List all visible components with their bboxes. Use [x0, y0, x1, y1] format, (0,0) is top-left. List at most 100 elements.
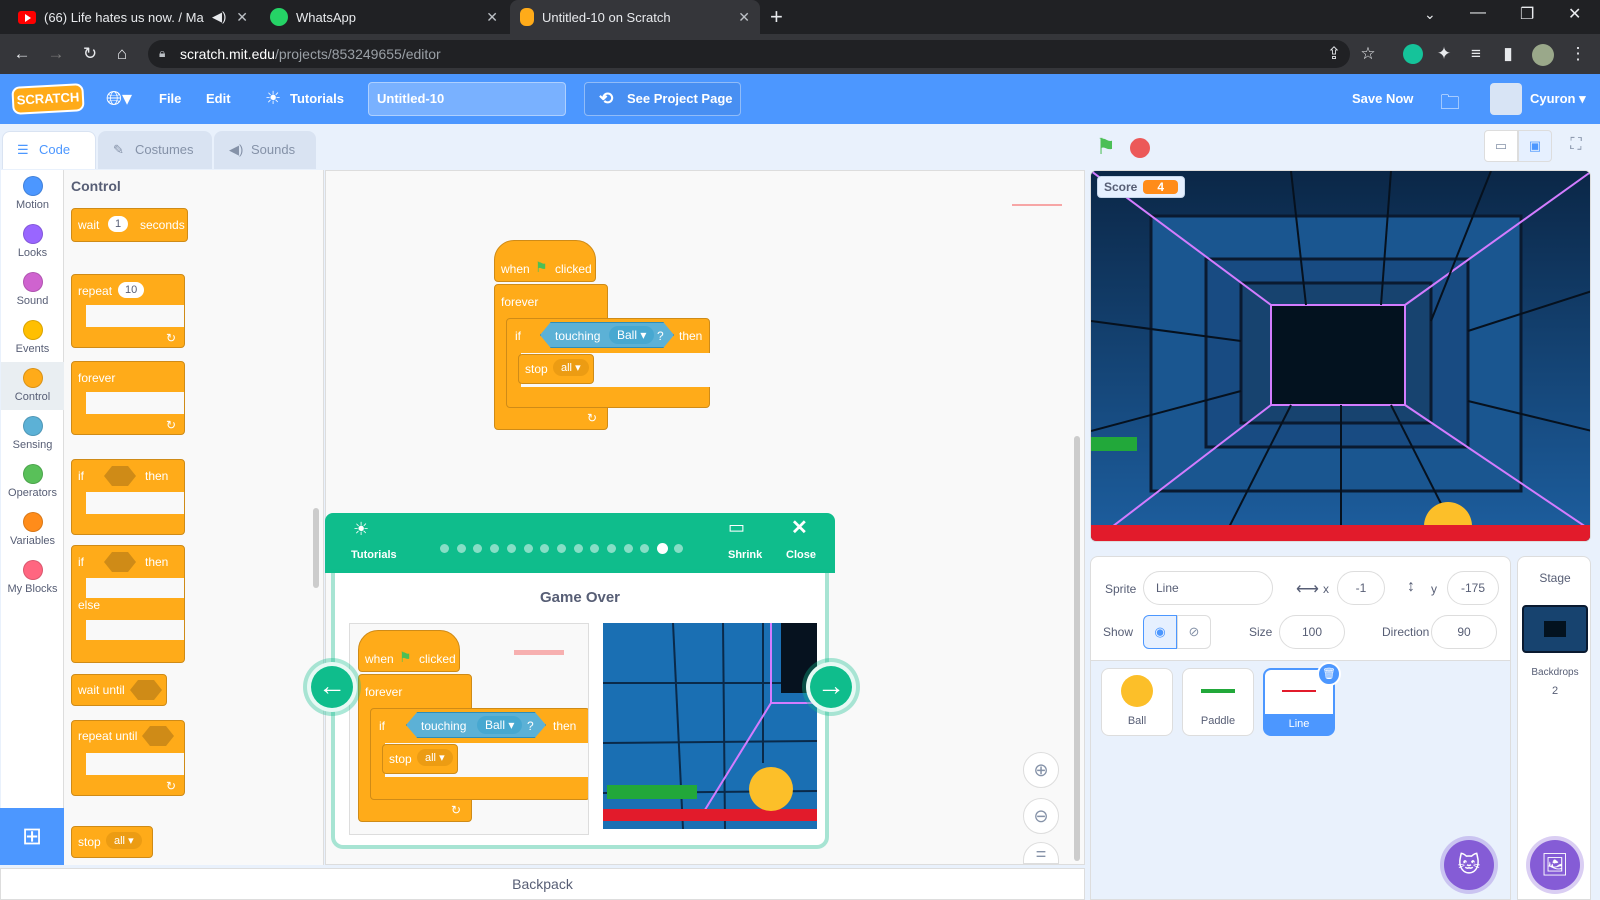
forward-icon[interactable]: → — [44, 42, 68, 66]
delete-sprite-button[interactable]: 🗑︎ — [1317, 662, 1341, 686]
condition-slot[interactable] — [104, 552, 136, 572]
small-stage-button[interactable]: ▭ — [1484, 130, 1518, 162]
browser-tab-scratch[interactable]: Untitled-10 on Scratch ✕ — [510, 0, 760, 34]
stop-dropdown[interactable]: all ▾ — [553, 359, 589, 376]
close-tab-icon[interactable]: ✕ — [738, 9, 750, 26]
minimize-icon[interactable]: — — [1470, 4, 1486, 22]
stop-all-script-block[interactable]: stop all ▾ — [518, 354, 594, 384]
tutorial-step-dot[interactable] — [673, 544, 683, 553]
size-input[interactable]: 100 — [1279, 615, 1345, 649]
category-control[interactable]: Control — [1, 362, 64, 410]
sprite-card-ball[interactable]: Ball — [1101, 668, 1173, 736]
profile-avatar[interactable] — [1532, 44, 1554, 66]
fullscreen-button[interactable]: ⛶ — [1560, 130, 1592, 162]
file-menu[interactable]: File — [159, 74, 181, 124]
browser-tab-whatsapp[interactable]: WhatsApp ✕ — [260, 0, 508, 34]
hide-sprite-button[interactable]: ⊘ — [1177, 615, 1211, 649]
close-window-icon[interactable]: ✕ — [1568, 4, 1581, 24]
tutorial-step-dot[interactable] — [623, 544, 633, 553]
if-then-else-block[interactable]: if then else — [71, 545, 185, 663]
next-step-button[interactable]: → — [806, 662, 856, 712]
tutorial-step-dot[interactable] — [607, 544, 616, 553]
category-events[interactable]: Events — [1, 314, 64, 362]
wait-seconds-block[interactable]: wait 1 seconds — [71, 208, 188, 242]
new-tab-icon[interactable]: + — [770, 4, 783, 30]
project-title-input[interactable]: Untitled-10 — [368, 82, 566, 116]
media-control-icon[interactable]: ≡ — [1464, 42, 1488, 66]
large-stage-button[interactable]: ▣ — [1518, 130, 1552, 162]
sprite-name-input[interactable]: Line — [1143, 571, 1273, 605]
x-input[interactable]: -1 — [1337, 571, 1385, 605]
wait-until-block[interactable]: wait until — [71, 674, 167, 706]
shrink-button[interactable]: Shrink — [728, 549, 762, 561]
previous-step-button[interactable]: ← — [307, 662, 357, 712]
reload-icon[interactable]: ↻ — [78, 42, 102, 66]
zoom-out-button[interactable]: ⊖ — [1023, 798, 1059, 834]
more-menu-icon[interactable]: ⋮ — [1566, 42, 1590, 66]
category-variables[interactable]: Variables — [1, 506, 64, 554]
share-icon[interactable]: ⇪ — [1322, 42, 1346, 66]
condition-slot[interactable] — [130, 680, 162, 700]
tutorial-step-dot[interactable] — [456, 544, 466, 553]
grammarly-icon[interactable] — [1403, 44, 1423, 64]
palette-scrollbar[interactable] — [313, 508, 319, 588]
restore-icon[interactable]: ❐ — [1520, 4, 1534, 24]
condition-slot[interactable] — [142, 726, 174, 746]
forever-block[interactable]: forever ↻ — [71, 361, 185, 435]
zoom-in-button[interactable]: ⊕ — [1023, 752, 1059, 788]
my-stuff-folder-icon[interactable]: 🗀 — [1440, 88, 1460, 122]
address-bar[interactable]: 🔒︎ scratch.mit.edu/projects/853249655/ed… — [148, 40, 1350, 68]
see-project-page-button[interactable]: ⟲ See Project Page — [584, 82, 741, 116]
close-icon[interactable]: ✕ — [791, 515, 808, 540]
close-button[interactable]: Close — [786, 549, 816, 561]
close-tab-icon[interactable]: ✕ — [236, 9, 248, 26]
touching-sensing-block[interactable]: touching Ball ▾ ? — [540, 322, 674, 348]
direction-input[interactable]: 90 — [1431, 615, 1497, 649]
sprite-card-paddle[interactable]: Paddle — [1182, 668, 1254, 736]
touching-dropdown[interactable]: Ball ▾ — [609, 326, 655, 344]
tab-sounds[interactable]: ◀) Sounds — [214, 131, 316, 169]
language-globe-icon[interactable]: 🌐︎▾ — [106, 86, 132, 111]
tutorial-step-dot[interactable] — [573, 544, 583, 553]
category-looks[interactable]: Looks — [1, 218, 64, 266]
bookmark-star-icon[interactable]: ☆ — [1356, 42, 1380, 66]
stop-button[interactable] — [1130, 138, 1150, 158]
home-icon[interactable]: ⌂ — [110, 42, 134, 66]
tutorial-step-dot[interactable] — [523, 544, 533, 553]
extensions-icon[interactable]: ✦ — [1432, 42, 1456, 66]
user-avatar[interactable] — [1490, 83, 1522, 115]
green-flag-button[interactable]: ⚑ — [1096, 134, 1116, 160]
category-my-blocks[interactable]: My Blocks — [1, 554, 64, 602]
y-input[interactable]: -175 — [1447, 571, 1499, 605]
edit-menu[interactable]: Edit — [206, 74, 231, 124]
category-sensing[interactable]: Sensing — [1, 410, 64, 458]
show-sprite-button[interactable]: ◉ — [1143, 615, 1177, 649]
tutorial-step-dot[interactable] — [556, 544, 566, 553]
close-tab-icon[interactable]: ✕ — [486, 9, 498, 26]
tab-costumes[interactable]: ✎ Costumes — [98, 131, 212, 169]
block-input[interactable]: 10 — [118, 282, 145, 298]
save-now-button[interactable]: Save Now — [1352, 74, 1413, 124]
sprite-card-line[interactable]: Line 🗑︎ — [1263, 662, 1341, 736]
choose-sprite-button[interactable]: 🐱︎ — [1444, 840, 1494, 890]
score-monitor[interactable]: Score 4 — [1097, 176, 1186, 198]
repeat-block[interactable]: repeat 10 ↻ — [71, 274, 185, 348]
stop-dropdown[interactable]: all ▾ — [106, 832, 142, 849]
username-menu[interactable]: Cyuron ▾ — [1530, 74, 1586, 124]
backpack[interactable]: Backpack — [0, 868, 1085, 900]
scratch-logo[interactable]: SCRATCH — [11, 83, 85, 115]
category-operators[interactable]: Operators — [1, 458, 64, 506]
tutorials-label[interactable]: Tutorials — [351, 549, 397, 561]
tab-code[interactable]: ☰ Code — [2, 131, 96, 169]
tutorials-menu[interactable]: Tutorials — [290, 74, 344, 124]
repeat-until-block[interactable]: repeat until ↻ — [71, 720, 185, 796]
browser-tab-youtube[interactable]: (66) Life hates us now. / Mafi ◀) ✕ — [8, 0, 258, 34]
tab-search-icon[interactable]: ⌄ — [1424, 6, 1436, 23]
when-flag-clicked-block[interactable]: when ⚑ clicked — [494, 240, 596, 282]
tutorial-step-dot[interactable] — [440, 544, 449, 553]
block-input[interactable]: 1 — [108, 216, 129, 232]
tutorial-step-dot[interactable] — [506, 544, 516, 553]
condition-slot[interactable] — [104, 466, 136, 486]
back-icon[interactable]: ← — [10, 42, 34, 66]
choose-backdrop-button[interactable]: 🖼︎ — [1530, 840, 1580, 890]
